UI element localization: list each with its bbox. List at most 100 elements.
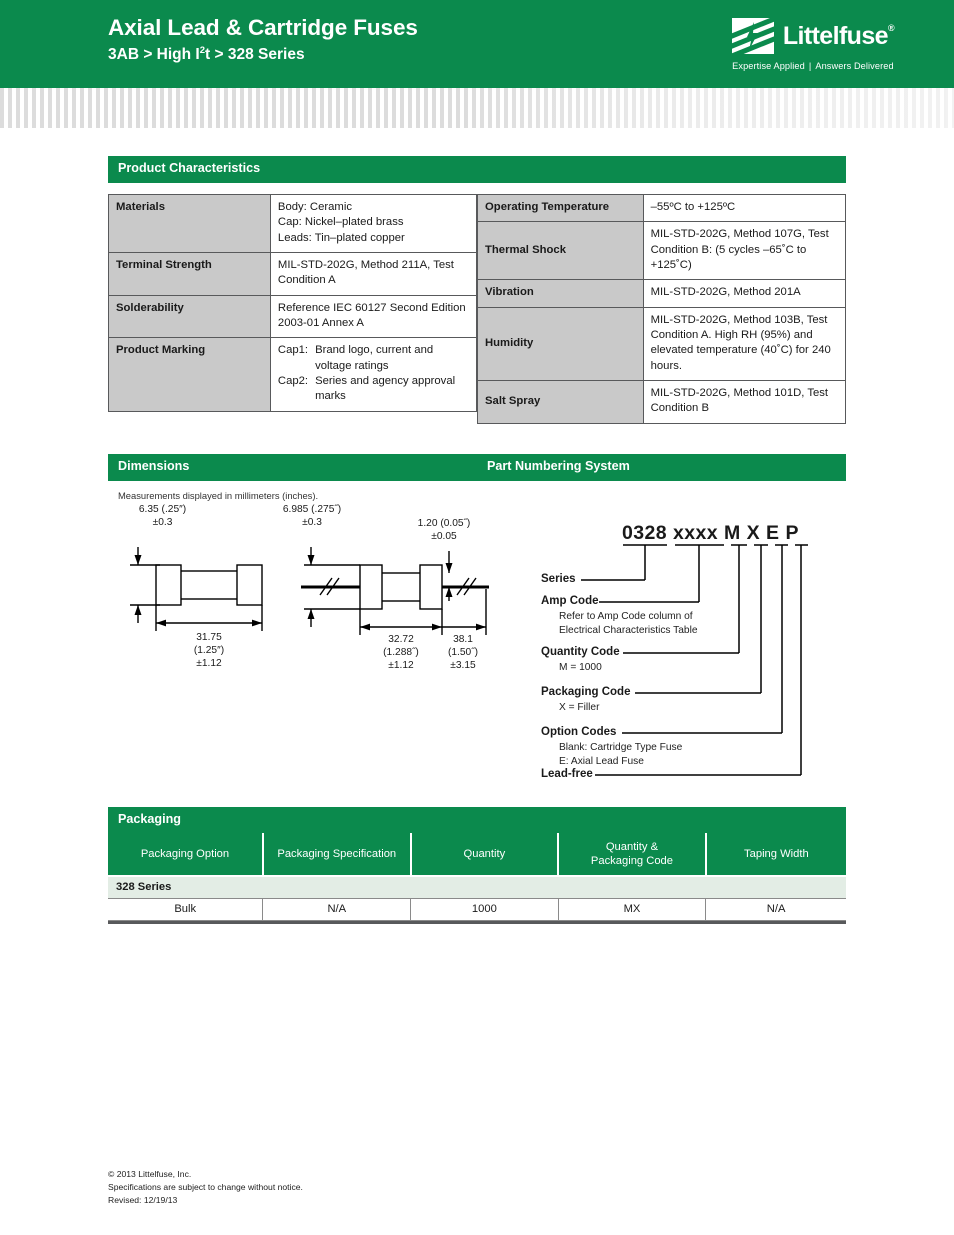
revision-line: Revised: 12/19/13 (108, 1195, 178, 1206)
row-key: Terminal Strength (108, 251, 271, 296)
column-header-packaging-option: Packaging Option (108, 833, 264, 878)
cartridge-diameter-callout: 6.35 (.25″) ±0.3 (110, 503, 215, 530)
row-value: MIL-STD-202G, Method 201A (642, 279, 847, 308)
column-header-quantity: Quantity (410, 833, 560, 878)
axial-diameter-tolerance: ±0.3 (302, 516, 322, 528)
pn-item-option-codes: Option Codes Blank: Cartridge Type Fuse … (541, 726, 682, 769)
row-value: Cap1: Brand logo, current and voltage ra… (269, 337, 478, 412)
environmental-specs-table: Operating Temperature –55ºC to +125ºC Th… (477, 193, 847, 424)
pn-item-title: Quantity Code (541, 645, 620, 658)
dimensions-column: Dimensions Measurements displayed in mil… (108, 453, 489, 688)
section-header-product-characteristics: Product Characteristics (108, 156, 846, 183)
decorative-dot-band (0, 88, 954, 128)
row-key: Solderability (108, 294, 271, 339)
row-value: MIL-STD-202G, Method 107G, Test Conditio… (642, 221, 847, 281)
table-series-row: 328 Series (108, 876, 846, 900)
packaging-table-bottom-rule (108, 921, 846, 925)
page-title: Axial Lead & Cartridge Fuses (108, 15, 418, 40)
tagline-right: Answers Delivered (815, 61, 894, 71)
logo-tagline: Expertise Applied | Answers Delivered (732, 61, 894, 71)
marking-label: Cap1: (277, 344, 309, 357)
axial-body-length-inches: (1.288˝) (383, 646, 419, 658)
lightning-bolt-icon (746, 22, 758, 50)
cartridge-length-tolerance: ±1.12 (196, 658, 222, 670)
product-characteristics-column: Materials Body: Ceramic Cap: Nickel–plat… (108, 193, 478, 412)
breadcrumb-pre: 3AB > High I (108, 46, 200, 64)
cell-taping-width: N/A (705, 898, 846, 922)
header-titles: Axial Lead & Cartridge Fuses 3AB > High … (108, 14, 418, 65)
marking-text: Brand logo, current and voltage ratings (315, 344, 434, 372)
breadcrumb: 3AB > High I2t > 328 Series (108, 45, 418, 65)
table-header-row: Packaging Option Packaging Specification… (108, 833, 846, 878)
cartridge-length-inches: (1.25″) (193, 644, 225, 656)
series-label: 328 Series (108, 876, 846, 900)
littelfuse-mark-icon (731, 18, 774, 54)
page-footer: © 2013 Littelfuse, Inc. Specifications a… (108, 1168, 303, 1207)
row-key: Product Marking (108, 337, 271, 412)
axial-body-length-callout: 32.72 (1.288˝) ±1.12 (356, 633, 446, 673)
row-value: –55ºC to +125ºC (642, 193, 847, 223)
row-key: Operating Temperature (477, 193, 644, 223)
marking-line: Cap1: Brand logo, current and voltage ra… (278, 343, 469, 374)
dimensions-and-partnumber-row: Dimensions Measurements displayed in mil… (108, 453, 846, 785)
registered-trademark-icon: ® (887, 22, 895, 33)
pn-item-title: Amp Code (541, 594, 599, 607)
tagline-separator: | (808, 61, 812, 71)
table-row: Salt Spray MIL-STD-202G, Method 101D, Te… (477, 380, 847, 424)
axial-body-length-value: 32.72 (388, 633, 414, 645)
table-row: Thermal Shock MIL-STD-202G, Method 107G,… (477, 221, 847, 281)
cell-quantity: 1000 (410, 898, 559, 922)
table-row: Humidity MIL-STD-202G, Method 103B, Test… (477, 306, 847, 382)
row-key: Thermal Shock (477, 221, 644, 281)
column-header-packaging-specification: Packaging Specification (262, 833, 412, 878)
product-characteristics-table: Materials Body: Ceramic Cap: Nickel–plat… (108, 193, 478, 412)
pn-item-title: Option Codes (541, 725, 617, 738)
row-key: Materials (108, 193, 271, 253)
pn-item-title: Lead-free (541, 767, 593, 780)
dimensions-note: Measurements displayed in millimeters (i… (118, 489, 319, 501)
breadcrumb-post: t > 328 Series (205, 46, 305, 64)
packaging-table: Packaging Option Packaging Specification… (108, 833, 846, 922)
marking-line: Cap2: Series and agency approval marks (278, 374, 469, 405)
table-row: Materials Body: Ceramic Cap: Nickel–plat… (108, 193, 478, 253)
table-row: Bulk N/A 1000 MX N/A (108, 898, 846, 922)
page-content: Product Characteristics Materials Body: … (0, 128, 954, 925)
pn-item-amp-code: Amp Code Refer to Amp Code column of Ele… (541, 595, 698, 638)
table-row: Terminal Strength MIL-STD-202G, Method 2… (108, 251, 478, 296)
row-value: Reference IEC 60127 Second Edition 2003-… (269, 294, 478, 339)
pn-item-quantity-code: Quantity Code M = 1000 (541, 646, 620, 676)
pn-item-desc: Refer to Amp Code column of Electrical C… (559, 611, 698, 637)
pn-item-series: Series (541, 573, 576, 587)
table-row: Solderability Reference IEC 60127 Second… (108, 294, 478, 339)
table-row: Vibration MIL-STD-202G, Method 201A (477, 279, 847, 308)
marking-text: Series and agency approval marks (315, 375, 456, 403)
logo-wordmark: Littelfuse® (782, 21, 895, 50)
section-header-part-numbering: Part Numbering System (477, 453, 846, 481)
row-value: Body: Ceramic Cap: Nickel–plated brass L… (269, 193, 478, 253)
marking-label: Cap2: (277, 375, 309, 388)
row-key: Humidity (477, 306, 644, 382)
row-value: MIL-STD-202G, Method 211A, Test Conditio… (269, 251, 478, 296)
section-header-dimensions: Dimensions (108, 453, 477, 481)
pn-item-packaging-code: Packaging Code X = Filler (541, 686, 630, 716)
part-numbering-column: Part Numbering System 0328xxxxMXEP (477, 453, 846, 785)
axial-diameter-value: 6.985 (.275˝) (282, 503, 342, 515)
cell-quantity-packaging-code: MX (558, 898, 707, 922)
row-key: Vibration (477, 279, 644, 308)
row-key: Salt Spray (477, 380, 644, 424)
pn-item-title: Series (541, 572, 576, 585)
axial-body-length-tolerance: ±1.12 (388, 660, 414, 672)
pn-item-title: Packaging Code (541, 685, 631, 698)
cartridge-length-callout: 31.75 (1.25″) ±1.12 (164, 631, 254, 671)
dimensions-drawing: 6.35 (.25″) ±0.3 31.75 (1.25″) ±1.12 6.9… (108, 503, 489, 688)
spec-tables-row: Materials Body: Ceramic Cap: Nickel–plat… (108, 193, 847, 424)
page-header: Axial Lead & Cartridge Fuses 3AB > High … (0, 0, 954, 88)
logo-wordmark-text: Littelfuse (782, 21, 889, 50)
table-row: Product Marking Cap1: Brand logo, curren… (108, 337, 478, 412)
copyright-line: © 2013 Littelfuse, Inc. (108, 1169, 192, 1180)
logo-row: Littelfuse® (731, 18, 895, 54)
column-header-taping-width: Taping Width (705, 833, 846, 878)
pn-item-desc: X = Filler (559, 702, 600, 714)
packaging-section: Packaging Packaging Option Packaging Spe… (108, 806, 846, 925)
cartridge-diameter-tolerance: ±0.3 (152, 516, 173, 528)
